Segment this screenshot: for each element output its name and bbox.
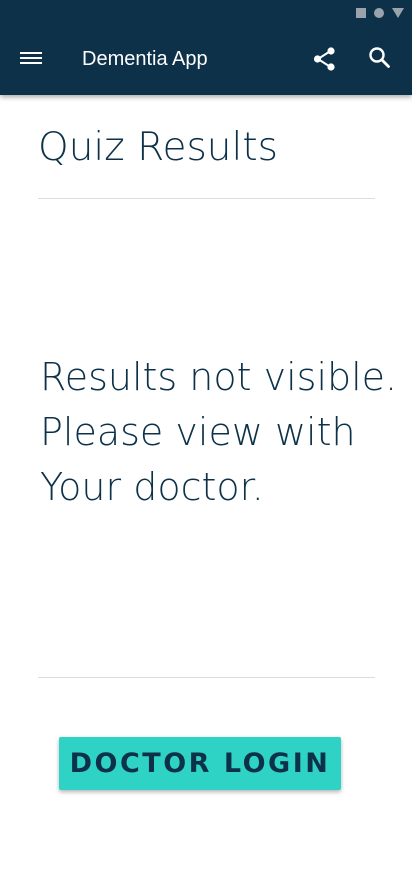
message-line: Results not visible. <box>40 355 398 399</box>
share-icon[interactable] <box>312 46 338 72</box>
triangle-icon <box>392 8 404 18</box>
screen: Dementia App Quiz Results Results not vi… <box>0 0 412 870</box>
message-line: Please view with <box>40 410 356 454</box>
status-bar <box>356 6 404 20</box>
app-bar: Dementia App <box>0 0 412 95</box>
square-icon <box>356 8 366 18</box>
bottom-divider <box>38 677 375 678</box>
hamburger-menu-icon[interactable] <box>20 50 42 66</box>
page-title: Quiz Results <box>38 125 278 170</box>
top-divider <box>38 198 375 199</box>
app-title: Dementia App <box>82 48 208 70</box>
circle-icon <box>374 8 384 18</box>
results-message: Results not visible. Please view with Yo… <box>40 350 400 515</box>
doctor-login-button[interactable]: DOCTOR LOGIN <box>59 737 341 790</box>
search-icon[interactable] <box>367 45 393 71</box>
message-line: Your doctor. <box>40 465 264 509</box>
